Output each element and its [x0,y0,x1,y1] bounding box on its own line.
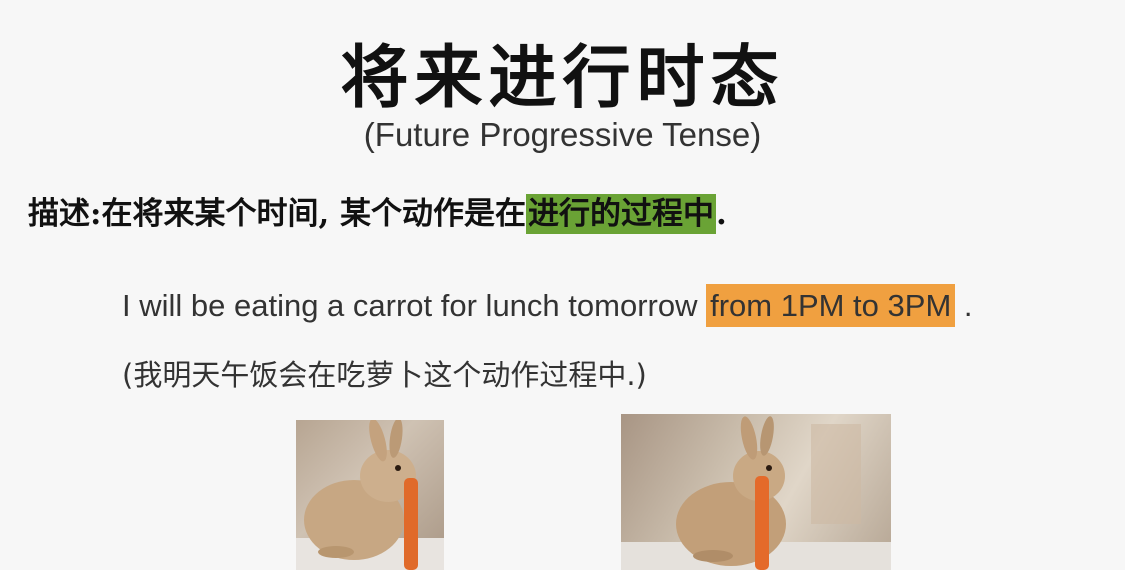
example-prefix: I will be eating a carrot for lunch tomo… [122,288,707,323]
slide-subtitle: (Future Progressive Tense) [363,116,762,153]
example-highlight: from 1PM to 3PM [706,284,956,327]
rabbit-eating-carrot-image-1 [296,420,444,570]
slide-title: 将来进行时态 [340,38,785,118]
example-translation: (我明天午饭会在吃萝卜这个动作过程中.) [122,358,647,392]
description-highlight: 进行的过程中 [526,194,717,234]
rabbit-eating-carrot-image-2 [621,414,891,570]
description-prefix: 描述:在将来某个时间, 某个动作是在 [28,196,527,232]
example-sentence: I will be eating a carrot for lunch tomo… [122,284,973,327]
description-text: 描述:在将来某个时间, 某个动作是在进行的过程中. [28,188,727,234]
description-suffix: . [716,196,727,232]
example-suffix: . [955,288,973,323]
